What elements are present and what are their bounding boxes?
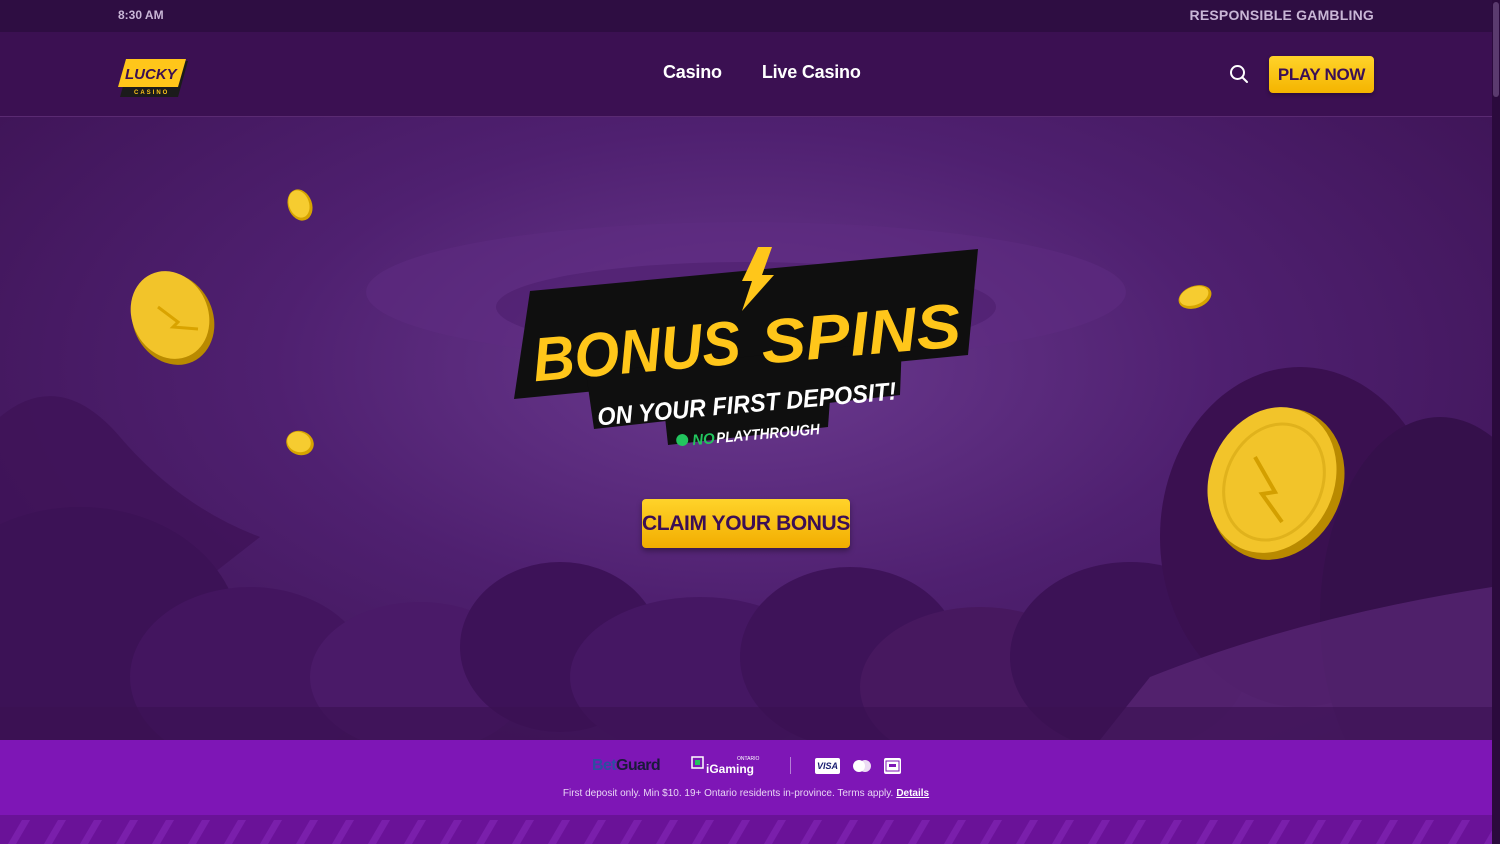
coin-small-mid-left <box>286 430 314 456</box>
stripe-pattern <box>0 815 1492 844</box>
responsible-gambling-link[interactable]: RESPONSIBLE GAMBLING <box>1190 7 1374 23</box>
footer-divider <box>790 757 791 774</box>
igaming-text: iGaming <box>706 762 755 776</box>
lucky-casino-logo[interactable]: LUCKY CASINO <box>116 57 190 103</box>
main-nav: Casino Live Casino <box>663 62 861 83</box>
badge-no: NO <box>692 430 716 449</box>
decorative-stripe <box>0 815 1492 844</box>
hero-section: BONUS SPINS ON YOUR FIRST DEPOSIT! NO PL… <box>0 117 1492 740</box>
clock: 8:30 AM <box>118 8 164 22</box>
logo-lucky-text: LUCKY <box>125 66 179 83</box>
disclaimer: First deposit only. Min $10. 19+ Ontario… <box>0 788 1492 799</box>
visa-icon: VISA <box>815 758 840 774</box>
details-link[interactable]: Details <box>896 788 929 799</box>
interac-icon <box>884 758 901 774</box>
coin-small-top-left <box>287 189 313 221</box>
igaming-ontario-logo[interactable]: ONTARIO iGaming <box>691 754 767 778</box>
page-scrollbar[interactable] <box>1492 0 1500 844</box>
search-icon[interactable] <box>1228 63 1250 85</box>
site-header: LUCKY CASINO Casino Live Casino PLAY NOW <box>0 32 1492 117</box>
top-bar: 8:30 AM RESPONSIBLE GAMBLING <box>0 0 1492 32</box>
coin-large-left <box>130 271 215 365</box>
claim-bonus-button[interactable]: CLAIM YOUR BONUS <box>642 499 850 548</box>
bonus-spins-banner: BONUS SPINS ON YOUR FIRST DEPOSIT! NO PL… <box>514 247 978 449</box>
footer-strip: BetGuard ONTARIO iGaming VISA First depo… <box>0 740 1492 815</box>
logo-casino-text: CASINO <box>134 90 169 96</box>
betguard-guard: Guard <box>615 757 661 774</box>
nav-casino[interactable]: Casino <box>663 62 722 83</box>
disclaimer-text: First deposit only. Min $10. 19+ Ontario… <box>562 788 894 799</box>
coin-small-right <box>1178 285 1212 309</box>
nav-live-casino[interactable]: Live Casino <box>762 62 861 83</box>
mastercard-icon <box>853 760 871 772</box>
coin-large-right <box>1207 407 1345 560</box>
scrollbar-thumb[interactable] <box>1493 2 1499 97</box>
igaming-mark-icon <box>691 756 704 769</box>
betguard-bet: Bet <box>592 757 617 774</box>
play-now-button[interactable]: PLAY NOW <box>1269 56 1374 93</box>
betguard-logo[interactable]: BetGuard <box>592 757 661 775</box>
